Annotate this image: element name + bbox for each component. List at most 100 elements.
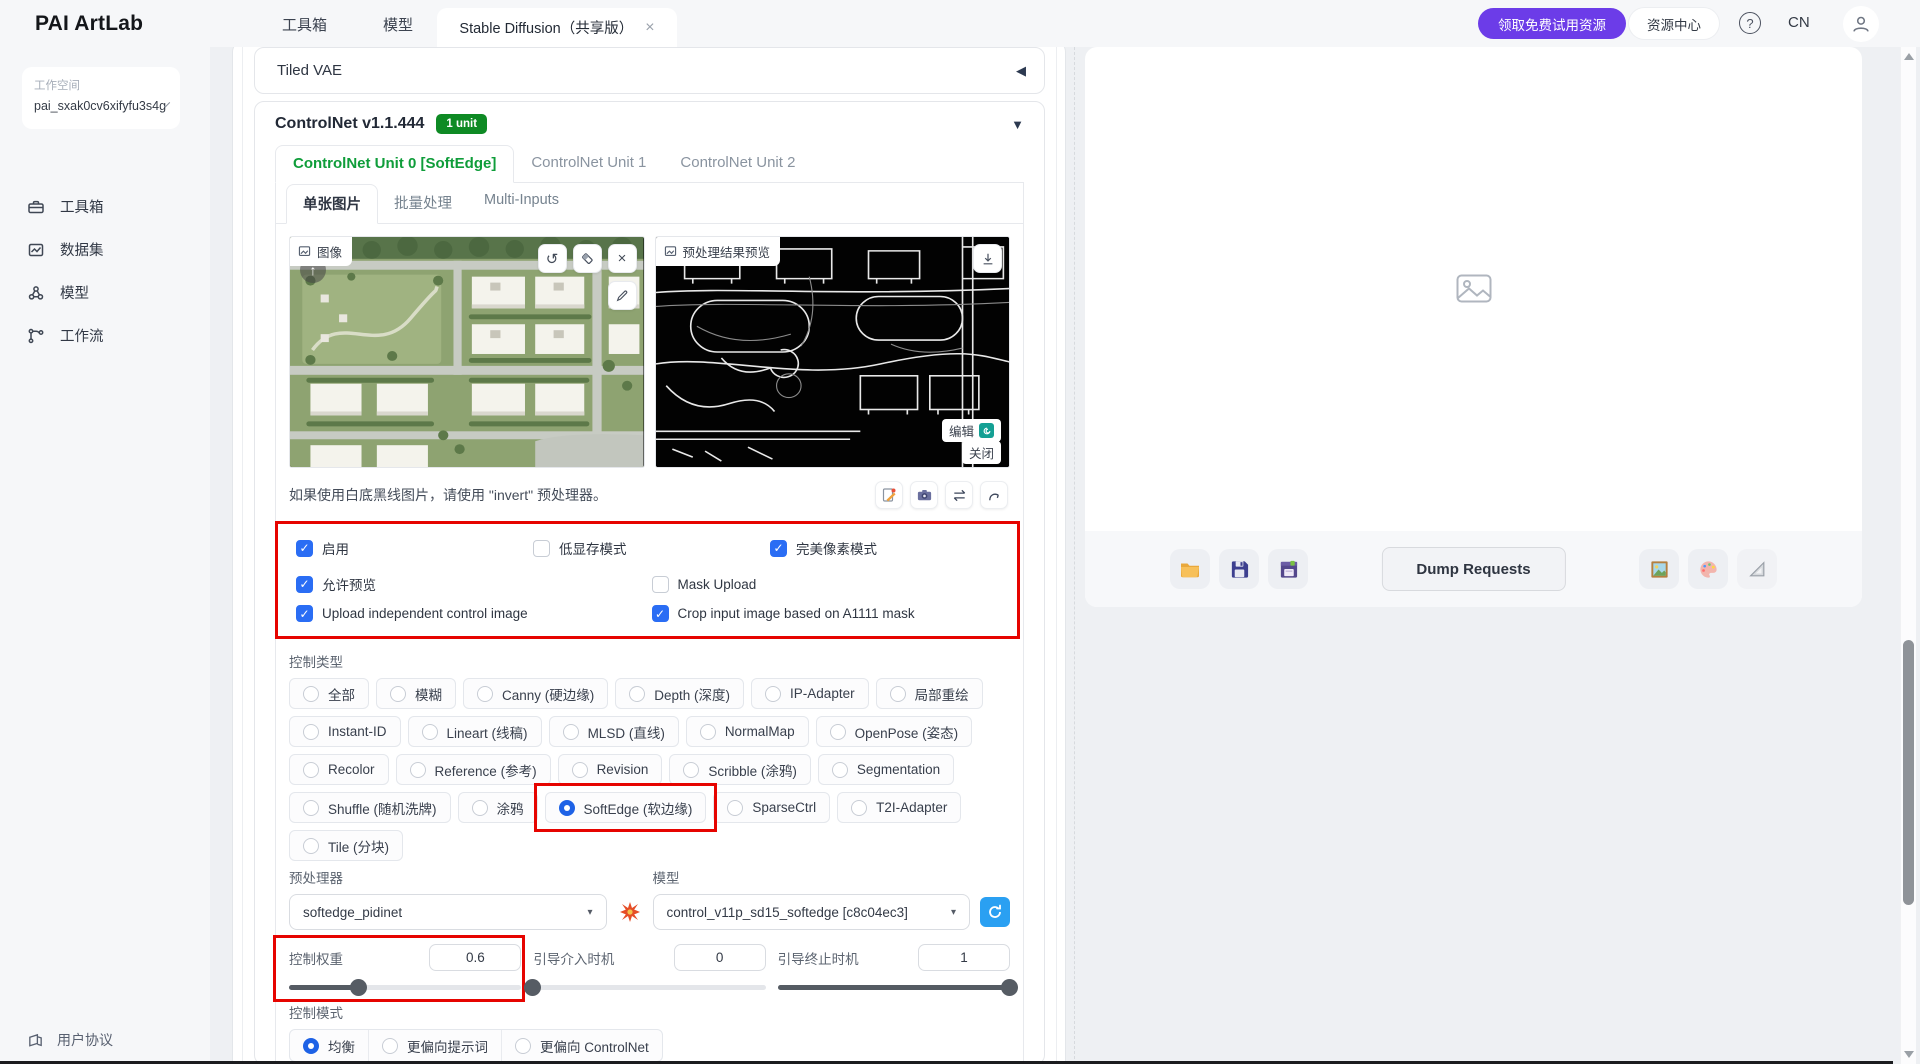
edit-doc-icon[interactable] — [875, 481, 903, 509]
camera-icon[interactable] — [910, 481, 938, 509]
model-select[interactable]: control_v11p_sd15_softedge [c8c04ec3] ▾ — [652, 894, 970, 930]
send-to-img-button[interactable] — [1639, 549, 1679, 589]
download-icon[interactable] — [973, 244, 1002, 273]
control-type-option[interactable]: IP-Adapter — [751, 678, 869, 709]
control-type-option[interactable]: Recolor — [289, 754, 389, 785]
sidebar-item-dataset[interactable]: 数据集 — [0, 228, 210, 271]
scrollbar-thumb[interactable] — [1903, 640, 1914, 905]
guidance-end-input[interactable] — [917, 944, 1010, 971]
checkbox-icon[interactable] — [770, 539, 787, 557]
send-to-extras-button[interactable] — [1737, 549, 1777, 589]
help-icon[interactable]: ? — [1739, 12, 1761, 34]
checkbox-icon[interactable] — [651, 605, 669, 622]
control-type-option[interactable]: Tile (分块) — [289, 830, 403, 861]
swap-icon[interactable] — [945, 481, 973, 509]
checkbox-pixel-perfect[interactable]: 完美像素模式 — [770, 538, 1007, 558]
preprocessor-preview-canvas[interactable]: 预处理结果预览 编辑 关闭 — [654, 236, 1010, 468]
scroll-down-icon[interactable] — [1904, 1051, 1914, 1058]
language-toggle[interactable]: CN — [1788, 14, 1810, 31]
control-type-option[interactable]: SparseCtrl — [713, 792, 831, 823]
send-arrow-icon[interactable] — [980, 481, 1008, 509]
guidance-start-slider[interactable] — [524, 979, 766, 996]
save-button[interactable] — [1219, 549, 1259, 589]
user-agreement-link[interactable]: 用户协议 — [27, 1030, 113, 1050]
control-type-option[interactable]: Canny (硬边缘) — [463, 678, 609, 709]
checkbox-enable[interactable]: 启用 — [296, 538, 533, 558]
control-type-option[interactable]: Scribble (涂鸦) — [669, 754, 811, 785]
checkbox-icon[interactable] — [296, 539, 313, 557]
resource-center-button[interactable]: 资源中心 — [1629, 8, 1719, 39]
control-type-option[interactable]: 模糊 — [376, 678, 456, 709]
tab-batch[interactable]: 批量处理 — [378, 184, 468, 224]
control-type-option[interactable]: OpenPose (姿态) — [815, 716, 973, 747]
eraser-icon[interactable] — [572, 244, 602, 273]
control-type-option[interactable]: Instant-ID — [289, 716, 401, 747]
tab-multi-inputs[interactable]: Multi-Inputs — [468, 184, 575, 224]
control-type-option[interactable]: NormalMap — [685, 716, 809, 747]
guidance-end-slider[interactable] — [777, 979, 1018, 996]
control-type-option[interactable]: 全部 — [289, 678, 369, 709]
run-preprocessor-icon[interactable] — [617, 894, 643, 930]
close-preview-button[interactable]: 关闭 — [961, 441, 1001, 464]
close-image-icon[interactable]: × — [607, 244, 637, 273]
claim-trial-button[interactable]: 领取免费试用资源 — [1478, 8, 1626, 39]
checkbox-crop-a1111[interactable]: Crop input image based on A1111 mask — [651, 605, 1008, 622]
save-zip-button[interactable] — [1268, 549, 1308, 589]
workspace-selector[interactable]: 工作空间 pai_sxak0cv6xifyfu3s4g — [22, 67, 180, 129]
control-type-option[interactable]: Revision — [557, 754, 663, 785]
scroll-up-icon[interactable] — [1904, 53, 1914, 60]
checkbox-allow-preview[interactable]: 允许预览 — [296, 574, 652, 594]
control-type-option[interactable]: Lineart (线稿) — [407, 716, 542, 747]
control-weight-slider[interactable] — [289, 979, 522, 996]
control-mode-controlnet[interactable]: 更偏向 ControlNet — [501, 1030, 662, 1061]
checkbox-icon[interactable] — [296, 575, 313, 593]
control-type-option[interactable]: Segmentation — [817, 754, 955, 785]
checkbox-mask-upload[interactable]: Mask Upload — [651, 574, 1008, 594]
tiled-vae-accordion[interactable]: Tiled VAE ◀ — [254, 47, 1045, 94]
brush-icon[interactable] — [607, 281, 637, 310]
checkbox-independent-control[interactable]: Upload independent control image — [296, 605, 652, 622]
refresh-models-button[interactable] — [980, 897, 1010, 927]
checkbox-icon[interactable] — [651, 575, 669, 593]
tab-unit-0[interactable]: ControlNet Unit 0 [SoftEdge] — [275, 145, 515, 183]
control-type-option-softedge-highlighted[interactable]: SoftEdge (软边缘) — [533, 783, 718, 832]
nav-model[interactable]: 模型 — [383, 14, 413, 35]
slider-thumb[interactable] — [524, 979, 542, 996]
dump-requests-button[interactable]: Dump Requests — [1381, 547, 1566, 591]
control-weight-input[interactable] — [429, 944, 522, 971]
undo-icon[interactable]: ↺ — [537, 244, 567, 273]
control-mode-balanced[interactable]: 均衡 — [290, 1030, 368, 1061]
control-type-option[interactable]: Shuffle (随机洗牌) — [289, 792, 451, 823]
user-avatar[interactable] — [1843, 6, 1879, 42]
control-type-option[interactable]: 局部重绘 — [875, 678, 983, 709]
vertical-scrollbar[interactable] — [1900, 47, 1916, 1064]
open-folder-button[interactable] — [1170, 549, 1210, 589]
tab-stable-diffusion[interactable]: Stable Diffusion（共享版） × — [437, 8, 677, 47]
sidebar-item-workflow[interactable]: 工作流 — [0, 314, 210, 357]
close-icon[interactable]: × — [645, 19, 654, 37]
guidance-start-input[interactable] — [673, 944, 766, 971]
slider-thumb[interactable] — [349, 979, 367, 996]
sidebar-item-model[interactable]: 模型 — [0, 271, 210, 314]
slider-thumb[interactable] — [1000, 979, 1018, 996]
tab-unit-2[interactable]: ControlNet Unit 2 — [663, 145, 812, 183]
send-to-inpaint-button[interactable] — [1688, 549, 1728, 589]
tab-single-image[interactable]: 单张图片 — [286, 184, 378, 224]
tab-unit-1[interactable]: ControlNet Unit 1 — [514, 145, 663, 183]
preprocessor-select[interactable]: softedge_pidinet ▾ — [289, 894, 607, 930]
control-type-option[interactable]: Reference (参考) — [395, 754, 551, 785]
checkbox-icon[interactable] — [296, 605, 313, 622]
sidebar-item-toolbox[interactable]: 工具箱 — [0, 185, 210, 228]
edit-in-photopea-button[interactable]: 编辑 — [941, 419, 1001, 442]
collapse-left-icon[interactable]: ◀ — [1016, 63, 1026, 79]
nav-toolbox[interactable]: 工具箱 — [282, 14, 327, 35]
control-type-option[interactable]: 涂鸦 — [457, 792, 538, 823]
control-mode-prompt[interactable]: 更偏向提示词 — [368, 1030, 501, 1061]
control-type-option[interactable]: Depth (深度) — [615, 678, 745, 709]
checkbox-icon[interactable] — [533, 539, 550, 557]
source-image-canvas[interactable]: 图像 ↑ ↺ × — [289, 236, 645, 468]
control-type-option[interactable]: MLSD (直线) — [548, 716, 679, 747]
collapse-down-icon[interactable]: ▼ — [1011, 117, 1024, 132]
checkbox-lowvram[interactable]: 低显存模式 — [533, 538, 770, 558]
control-type-option[interactable]: T2I-Adapter — [837, 792, 962, 823]
